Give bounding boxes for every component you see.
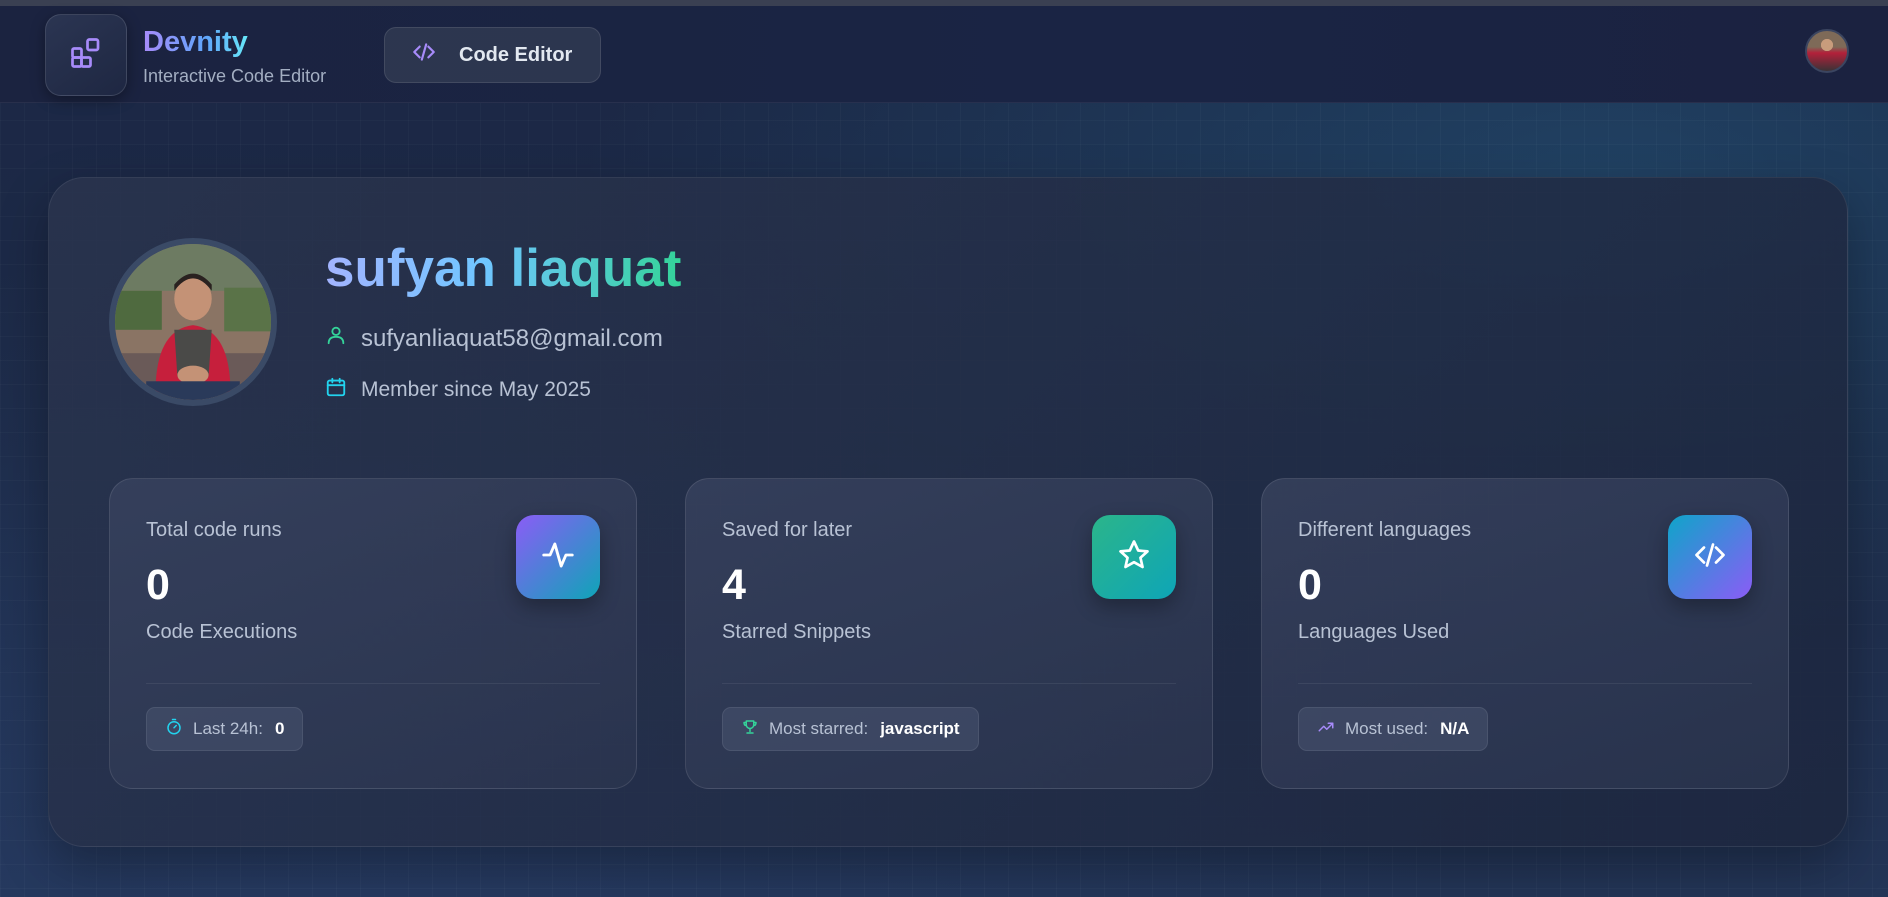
star-icon	[1116, 537, 1152, 578]
stat-divider	[1298, 683, 1752, 684]
member-since-row: Member since May 2025	[325, 376, 591, 404]
stat-description: Starred Snippets	[722, 621, 871, 643]
stat-label: Different languages	[1298, 519, 1472, 541]
user-icon	[325, 324, 347, 353]
code-editor-button[interactable]: Code Editor	[384, 27, 601, 83]
profile-photo	[109, 238, 277, 406]
profile-card: sufyan liaquat sufyanliaquat58@gmail.com…	[48, 177, 1848, 847]
code-editor-label: Code Editor	[459, 43, 573, 66]
stat-pill-value: javascript	[880, 719, 960, 738]
brand-title: Devnity	[143, 26, 248, 58]
stat-pill-label: Most starred:	[769, 719, 869, 738]
user-avatar[interactable]	[1805, 29, 1849, 73]
app-logo[interactable]	[45, 14, 127, 96]
stat-icon-tile	[1092, 515, 1176, 599]
code-icon	[1692, 537, 1728, 578]
stat-divider	[146, 683, 600, 684]
timer-icon	[165, 718, 183, 741]
brand-subtitle: Interactive Code Editor	[143, 66, 327, 86]
stat-pill-value: N/A	[1440, 719, 1470, 738]
stat-value: 4	[722, 561, 746, 609]
app-header: Devnity Interactive Code Editor Code Edi…	[0, 6, 1888, 103]
trophy-icon	[741, 718, 759, 741]
stat-label: Total code runs	[146, 519, 282, 541]
activity-icon	[539, 536, 577, 579]
stat-pill: Most starred: javascript	[722, 707, 979, 751]
stat-value: 0	[1298, 561, 1322, 609]
stat-pill: Last 24h: 0	[146, 707, 304, 751]
stat-pill-value: 0	[274, 719, 285, 738]
profile-email: sufyanliaquat58@gmail.com	[361, 324, 663, 352]
trending-up-icon	[1317, 718, 1335, 741]
stat-card-languages: Different languages 0 Languages Used Mos…	[1261, 478, 1789, 789]
stat-divider	[722, 683, 1176, 684]
stat-icon-tile	[1668, 515, 1752, 599]
code-icon	[409, 39, 439, 71]
calendar-icon	[325, 376, 347, 404]
profile-email-row: sufyanliaquat58@gmail.com	[325, 324, 663, 353]
stat-pill-label: Last 24h:	[193, 719, 263, 738]
layout-blocks-icon	[68, 35, 104, 76]
stat-card-starred: Saved for later 4 Starred Snippets Most …	[685, 478, 1213, 789]
stat-pill: Most used: N/A	[1298, 707, 1489, 751]
stat-pill-label: Most used:	[1345, 719, 1429, 738]
stat-description: Code Executions	[146, 621, 298, 643]
stat-description: Languages Used	[1298, 621, 1450, 643]
member-since: Member since May 2025	[361, 378, 591, 401]
stat-card-code-runs: Total code runs 0 Code Executions Last 2…	[109, 478, 637, 789]
stat-icon-tile	[516, 515, 600, 599]
stat-value: 0	[146, 561, 170, 609]
profile-name: sufyan liaquat	[325, 239, 682, 298]
stat-label: Saved for later	[722, 519, 853, 541]
